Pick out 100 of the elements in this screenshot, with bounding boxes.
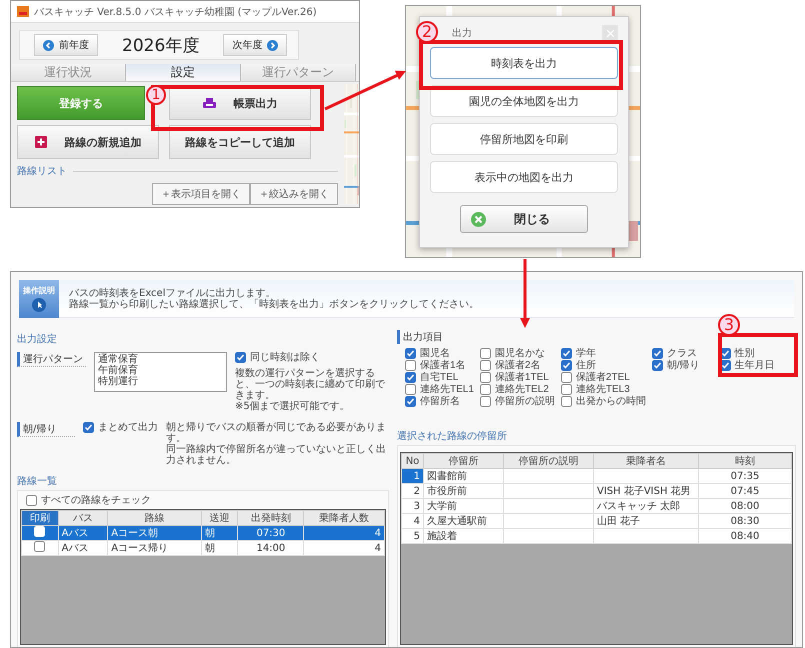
table-row[interactable]: Aバス Aコース帰り 朝 14:00 4 bbox=[22, 540, 384, 556]
checkbox[interactable] bbox=[480, 396, 491, 407]
checkbox[interactable] bbox=[652, 360, 663, 371]
close-dialog-button[interactable]: 閉じる bbox=[460, 205, 588, 233]
checkbox[interactable] bbox=[560, 396, 572, 407]
checkbox-label: 自宅TEL bbox=[420, 372, 458, 383]
column-header[interactable]: 乗降者名 bbox=[594, 454, 698, 468]
checkbox-label: 連絡先TEL1 bbox=[420, 384, 474, 395]
checkbox-label: 学年 bbox=[576, 348, 596, 359]
pattern-list[interactable]: 通常保育 午前保育 特別運行 bbox=[94, 352, 227, 392]
list-option[interactable]: 通常保育 bbox=[98, 354, 223, 365]
checkbox[interactable] bbox=[26, 495, 37, 506]
cursor-icon bbox=[32, 298, 46, 312]
previous-year-button[interactable]: 前年度 bbox=[34, 34, 98, 56]
checkbox[interactable] bbox=[480, 360, 491, 371]
arrow bbox=[518, 259, 532, 329]
checkbox[interactable] bbox=[652, 348, 663, 359]
checkbox[interactable] bbox=[480, 348, 491, 359]
table-cell: Aコース帰り bbox=[108, 540, 202, 556]
checkbox[interactable] bbox=[560, 348, 572, 359]
table-row[interactable]: 1 図書館前 07:35 bbox=[402, 468, 792, 484]
table-cell: 5 bbox=[402, 528, 424, 544]
table-cell: 1 bbox=[402, 468, 424, 484]
table-cell: Aコース朝 bbox=[108, 526, 202, 540]
checkbox-label: 園児名 bbox=[420, 348, 450, 359]
checkbox-label: 生年月日 bbox=[734, 360, 775, 371]
checkbox[interactable] bbox=[405, 384, 416, 395]
checkbox-label: 園児名かな bbox=[494, 348, 545, 359]
checkbox-label: 保護者1TEL bbox=[494, 372, 549, 383]
checkbox[interactable] bbox=[560, 372, 572, 383]
printer-icon bbox=[202, 98, 216, 108]
field-label: 運行パターン bbox=[17, 352, 86, 367]
chevron-right-icon bbox=[267, 40, 278, 50]
checkbox[interactable] bbox=[83, 422, 94, 433]
note-text: 朝と帰りでバスの順番が同じである必要があります。 bbox=[166, 422, 387, 444]
checkbox-label: 出発からの時間 bbox=[576, 396, 646, 407]
column-header[interactable]: バス bbox=[58, 510, 108, 526]
checkbox-label: 連絡先TEL3 bbox=[576, 384, 630, 395]
list-option[interactable]: 特別運行 bbox=[98, 376, 223, 387]
table-row[interactable]: 4 久屋大通駅前 山田 花子 08:30 bbox=[402, 514, 792, 528]
column-header[interactable]: 路線 bbox=[108, 510, 202, 526]
table-cell: Aバス bbox=[58, 540, 108, 556]
table-row[interactable]: 2 市役所前 VISH 花子VISH 花男 07:45 bbox=[402, 484, 792, 498]
column-header[interactable]: 時刻 bbox=[698, 454, 792, 468]
checkbox[interactable] bbox=[480, 384, 491, 395]
expand-button[interactable]: ＋表示項目を開く bbox=[152, 183, 250, 205]
dialog-title: 出力 bbox=[451, 26, 472, 40]
checkbox-label: 保護者2TEL bbox=[576, 372, 630, 383]
column-header[interactable]: 停留所の説明 bbox=[504, 454, 594, 468]
section-title: 選択された路線の停留所 bbox=[397, 430, 508, 443]
note-text: 複数の運行パターンを選択すると、一つの時刻表に纏めて印刷できます。 bbox=[235, 368, 386, 401]
note-text: ※5個まで選択可能です。 bbox=[235, 401, 351, 412]
table-row[interactable]: 3 大学前 バスキャッチ 太郎 08:00 bbox=[402, 498, 792, 514]
checkbox[interactable] bbox=[405, 360, 416, 371]
checkbox[interactable] bbox=[480, 372, 491, 383]
column-header[interactable]: 停留所 bbox=[424, 454, 504, 468]
checkbox-label: 保護者2名 bbox=[494, 360, 540, 371]
checkbox-label: まとめて出力 bbox=[98, 422, 158, 433]
chevron-left-icon bbox=[43, 40, 54, 50]
checkbox[interactable] bbox=[405, 396, 416, 407]
close-icon bbox=[471, 212, 486, 226]
checkbox[interactable] bbox=[405, 372, 416, 383]
help-text: バスの時刻表をExcelファイルに出力します。 bbox=[69, 288, 276, 298]
print-forms-button[interactable]: 帳票出力 bbox=[169, 86, 311, 120]
app-icon bbox=[17, 6, 29, 17]
plus-icon bbox=[34, 136, 46, 148]
column-header[interactable]: 印刷 bbox=[22, 510, 58, 526]
section-title: 出力項目 bbox=[397, 330, 443, 344]
next-year-button[interactable]: 次年度 bbox=[223, 34, 288, 56]
checkbox[interactable] bbox=[560, 384, 572, 395]
checkbox[interactable] bbox=[235, 352, 246, 363]
expand-button[interactable]: ＋絞込みを開く bbox=[250, 183, 338, 205]
column-header[interactable]: 送迎 bbox=[201, 510, 238, 526]
table-row[interactable]: 5 施設着 08:40 bbox=[402, 528, 792, 544]
column-header[interactable]: No bbox=[402, 454, 424, 468]
checkbox-label: 停留所名 bbox=[420, 396, 460, 407]
checkbox-label: 性別 bbox=[734, 348, 755, 359]
list-option[interactable]: 午前保育 bbox=[98, 365, 223, 376]
section-title: 路線リスト bbox=[17, 165, 67, 178]
window-title: バスキャッチ Ver.8.5.0 バスキャッチ幼稚園 (マップルVer.26) bbox=[34, 6, 317, 18]
column-header[interactable]: 出発時刻 bbox=[238, 510, 304, 526]
field-label: 朝/帰り bbox=[17, 422, 75, 437]
add-route-button[interactable]: 路線の新規追加 bbox=[17, 125, 159, 159]
table-cell: 08:40 bbox=[698, 528, 792, 544]
checkbox-label: 保護者1名 bbox=[420, 360, 466, 371]
table-cell: 朝 bbox=[201, 540, 238, 556]
column-header[interactable]: 乗降者人数 bbox=[304, 510, 384, 526]
checkbox[interactable] bbox=[405, 348, 416, 359]
checkbox[interactable] bbox=[560, 360, 572, 371]
fiscal-year: 2026年度 bbox=[122, 34, 200, 56]
checkbox-label: クラス bbox=[666, 348, 697, 359]
note-text: 同一路線内で停留所名が違っていないと正しく出力されません。 bbox=[166, 444, 387, 466]
table-row[interactable]: Aバス Aコース朝 朝 07:30 4 bbox=[22, 526, 384, 540]
close-button[interactable] bbox=[602, 25, 618, 41]
checkbox[interactable] bbox=[34, 541, 46, 552]
tab[interactable]: 設定 bbox=[126, 64, 241, 81]
table-cell: 4 bbox=[304, 540, 384, 556]
section-title: 出力設定 bbox=[17, 332, 58, 346]
table-cell: 07:30 bbox=[238, 526, 304, 540]
checkbox-label: 住所 bbox=[576, 360, 596, 371]
